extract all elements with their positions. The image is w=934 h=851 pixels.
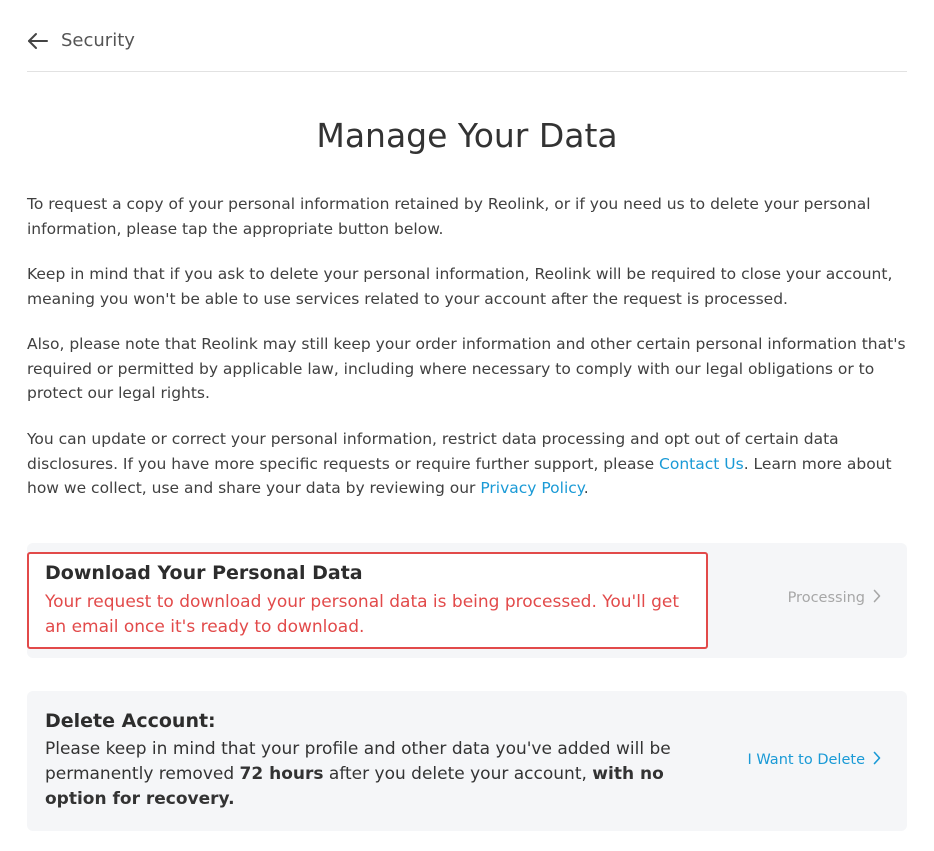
retention-paragraph: Also, please note that Reolink may still… <box>27 335 906 402</box>
delete-account-button[interactable]: I Want to Delete <box>748 751 881 769</box>
delete-action-label: I Want to Delete <box>747 752 865 768</box>
back-button[interactable]: Security <box>27 27 135 55</box>
support-paragraph: You can update or correct your personal … <box>27 427 907 501</box>
processing-label: Processing <box>787 590 865 606</box>
chevron-right-icon <box>865 751 881 769</box>
delete-warning-paragraph: Keep in mind that if you ask to delete y… <box>27 265 893 308</box>
back-label: Security <box>61 30 135 51</box>
download-card-description: Your request to download your personal d… <box>45 592 679 637</box>
chevron-right-icon <box>865 589 881 607</box>
processing-status-button[interactable]: Processing <box>788 589 881 607</box>
download-data-card: Download Your Personal Data Your request… <box>27 543 907 658</box>
page-title: Manage Your Data <box>316 116 618 155</box>
top-bar: Security <box>27 27 907 72</box>
delete-card-title: Delete Account: <box>45 710 216 732</box>
delete-desc-hours: 72 hours <box>239 764 324 784</box>
delete-account-card: Delete Account: Please keep in mind that… <box>27 691 907 831</box>
delete-desc-text-2: after you delete your account, <box>323 764 593 784</box>
delete-card-description: Please keep in mind that your profile an… <box>45 737 695 812</box>
download-card-title: Download Your Personal Data <box>45 562 363 584</box>
support-text-3: . <box>583 479 589 497</box>
privacy-policy-link[interactable]: Privacy Policy <box>480 479 583 497</box>
contact-us-link[interactable]: Contact Us <box>659 455 744 473</box>
arrow-left-icon <box>27 27 49 55</box>
intro-paragraph: To request a copy of your personal infor… <box>27 195 871 238</box>
